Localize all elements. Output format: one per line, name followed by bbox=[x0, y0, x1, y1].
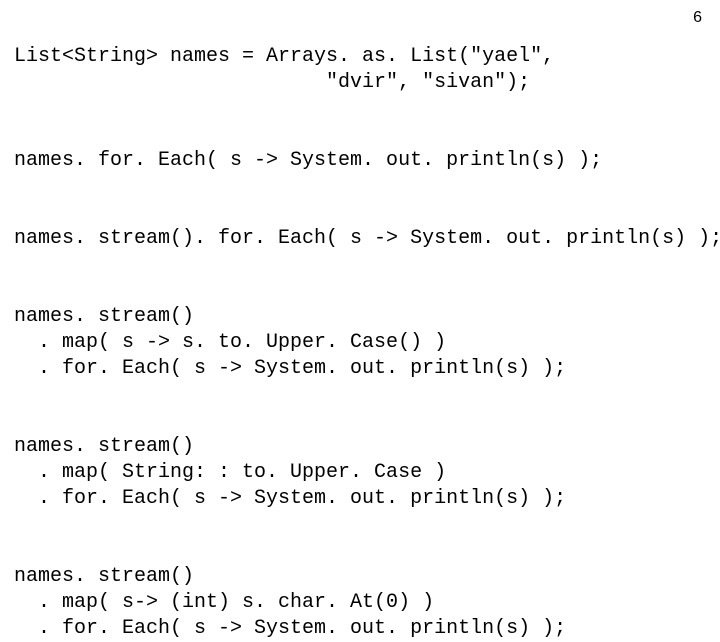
code-block-1: List<String> names = Arrays. as. List("y… bbox=[14, 18, 706, 96]
code-line: . for. Each( s -> System. out. println(s… bbox=[14, 617, 566, 640]
code-line: . for. Each( s -> System. out. println(s… bbox=[14, 357, 566, 380]
code-line: names. stream() bbox=[14, 305, 194, 328]
code-line: . map( s-> (int) s. char. At(0) ) bbox=[14, 591, 434, 614]
code-line: List<String> names = Arrays. as. List("y… bbox=[14, 45, 554, 68]
code-block-5: names. stream() . map( String: : to. Upp… bbox=[14, 408, 706, 512]
code-line: names. stream() bbox=[14, 435, 194, 458]
code-line: names. stream(). for. Each( s -> System.… bbox=[14, 227, 720, 250]
code-line: . map( s -> s. to. Upper. Case() ) bbox=[14, 331, 446, 354]
code-line: names. stream() bbox=[14, 565, 194, 588]
code-block-2: names. for. Each( s -> System. out. prin… bbox=[14, 122, 706, 174]
code-line: . map( String: : to. Upper. Case ) bbox=[14, 461, 446, 484]
code-block-4: names. stream() . map( s -> s. to. Upper… bbox=[14, 278, 706, 382]
code-block-6: names. stream() . map( s-> (int) s. char… bbox=[14, 538, 706, 642]
page-number: 6 bbox=[693, 8, 702, 29]
code-line: "dvir", "sivan"); bbox=[14, 71, 530, 94]
code-block-3: names. stream(). for. Each( s -> System.… bbox=[14, 200, 706, 252]
code-line: . for. Each( s -> System. out. println(s… bbox=[14, 487, 566, 510]
code-line: names. for. Each( s -> System. out. prin… bbox=[14, 149, 602, 172]
